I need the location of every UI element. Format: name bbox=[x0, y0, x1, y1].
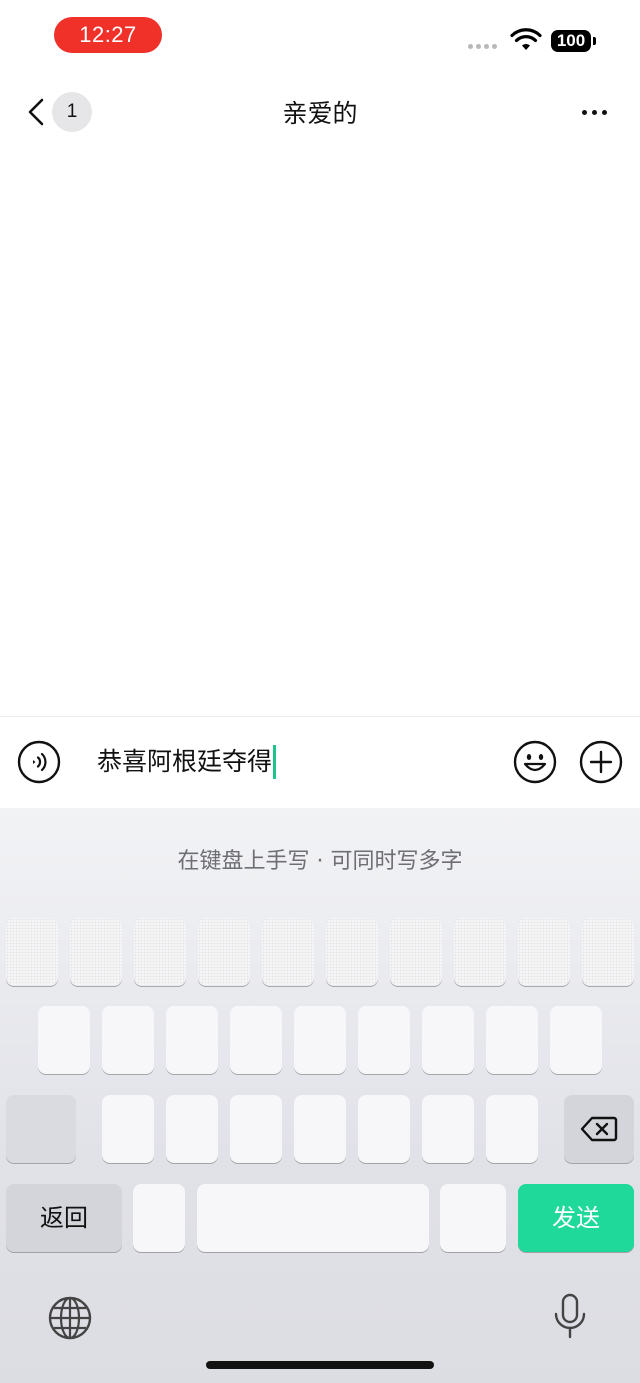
keyboard-key[interactable] bbox=[230, 1006, 282, 1074]
dot bbox=[591, 109, 597, 115]
keyboard-key[interactable] bbox=[133, 1184, 185, 1252]
cellular-signal-icon bbox=[468, 44, 497, 49]
keyboard-key[interactable] bbox=[294, 1095, 346, 1163]
microphone-icon[interactable] bbox=[550, 1292, 590, 1342]
keyboard-key[interactable] bbox=[230, 1095, 282, 1163]
dot bbox=[581, 109, 587, 115]
keyboard-key[interactable] bbox=[358, 1095, 410, 1163]
keyboard-key[interactable] bbox=[454, 918, 506, 986]
unread-count-badge[interactable]: 1 bbox=[52, 92, 92, 132]
chat-title: 亲爱的 bbox=[282, 99, 358, 128]
battery-cap bbox=[593, 37, 596, 45]
keyboard-key[interactable] bbox=[262, 918, 314, 986]
keyboard-key[interactable] bbox=[550, 1006, 602, 1074]
text-caret bbox=[273, 745, 277, 779]
keyboard-key[interactable] bbox=[486, 1006, 538, 1074]
keyboard-key[interactable] bbox=[390, 918, 442, 986]
keyboard-key[interactable] bbox=[166, 1095, 218, 1163]
emoji-icon[interactable] bbox=[513, 740, 557, 784]
keyboard-key[interactable] bbox=[358, 1006, 410, 1074]
more-options-button[interactable] bbox=[570, 96, 618, 128]
message-input[interactable]: 恭喜阿根廷夺得 bbox=[97, 740, 277, 784]
keyboard-key[interactable] bbox=[70, 918, 122, 986]
back-key-button[interactable]: 返回 bbox=[6, 1184, 122, 1252]
message-input-text: 恭喜阿根廷夺得 bbox=[97, 747, 273, 776]
dot bbox=[601, 109, 607, 115]
keyboard-key[interactable] bbox=[102, 1006, 154, 1074]
space-bar[interactable] bbox=[197, 1184, 429, 1252]
status-time: 12:27 bbox=[54, 17, 162, 53]
delete-icon bbox=[580, 1116, 618, 1142]
keyboard-key[interactable] bbox=[486, 1095, 538, 1163]
keyboard-shift-key[interactable] bbox=[6, 1095, 76, 1163]
keyboard-key[interactable] bbox=[198, 918, 250, 986]
voice-input-icon[interactable] bbox=[17, 740, 61, 784]
keyboard-key[interactable] bbox=[38, 1006, 90, 1074]
keyboard-key[interactable] bbox=[166, 1006, 218, 1074]
keyboard-hint: 在键盘上手写 · 可同时写多字 bbox=[177, 849, 463, 874]
keyboard-key[interactable] bbox=[134, 918, 186, 986]
keyboard-key[interactable] bbox=[422, 1095, 474, 1163]
plus-icon[interactable] bbox=[579, 740, 623, 784]
keyboard-key[interactable] bbox=[294, 1006, 346, 1074]
keyboard-key[interactable] bbox=[6, 918, 58, 986]
keyboard-key[interactable] bbox=[102, 1095, 154, 1163]
keyboard-key[interactable] bbox=[582, 918, 634, 986]
delete-button[interactable] bbox=[564, 1095, 634, 1163]
send-button[interactable]: 发送 bbox=[518, 1184, 634, 1252]
keyboard-key[interactable] bbox=[518, 918, 570, 986]
keyboard-key[interactable] bbox=[440, 1184, 506, 1252]
home-indicator bbox=[206, 1361, 434, 1369]
globe-icon[interactable] bbox=[46, 1294, 94, 1342]
battery-icon: 100 bbox=[551, 30, 591, 52]
keyboard-key[interactable] bbox=[422, 1006, 474, 1074]
wifi-icon bbox=[510, 28, 542, 50]
keyboard-key[interactable] bbox=[326, 918, 378, 986]
